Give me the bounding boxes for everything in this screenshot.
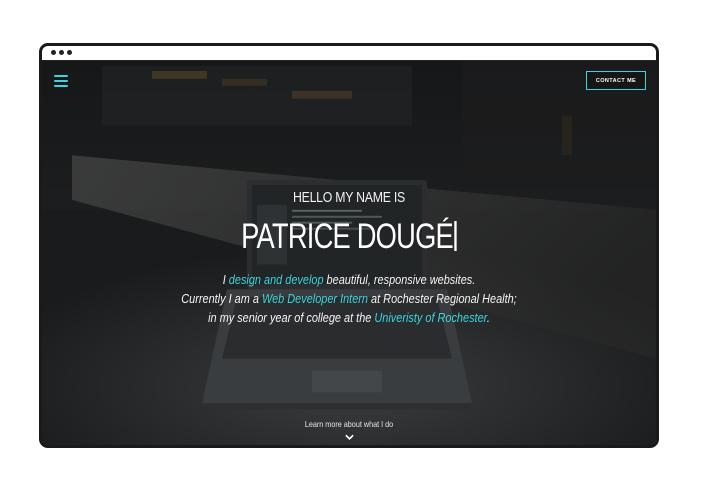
typing-cursor: [454, 221, 457, 251]
bio-text: beautiful, responsive websites.: [323, 272, 476, 287]
hamburger-line: [54, 80, 68, 82]
bio-line-1: I design and develop beautiful, responsi…: [91, 270, 607, 289]
design-develop-link[interactable]: design and develop: [229, 272, 324, 287]
contact-me-button[interactable]: CONTACT ME: [586, 71, 646, 90]
hero-name-heading: PATRICE DOUGÉ: [110, 217, 589, 257]
hero-greeting: HELLO MY NAME IS: [292, 189, 406, 206]
window-dots: [51, 50, 72, 55]
hero-bio: I design and develop beautiful, responsi…: [91, 270, 607, 327]
window-dot: [59, 50, 64, 55]
window-dot: [51, 50, 56, 55]
web-developer-intern-link[interactable]: Web Developer Intern: [262, 291, 368, 306]
learn-more-link[interactable]: Learn more about what I do: [88, 419, 610, 429]
bio-line-2: Currently I am a Web Developer Intern at…: [91, 289, 607, 308]
hero-name-text: PATRICE DOUGÉ: [241, 217, 454, 256]
window-dot: [67, 50, 72, 55]
bio-text: Currently I am a: [181, 291, 262, 306]
hamburger-line: [54, 75, 68, 77]
chevron-down-icon[interactable]: [345, 434, 354, 441]
browser-title-bar: [42, 46, 656, 61]
bio-line-3: in my senior year of college at the Univ…: [91, 308, 607, 327]
bio-text: in my senior year of college at the: [208, 310, 375, 325]
hamburger-line: [54, 85, 68, 87]
hero-section: CONTACT ME HELLO MY NAME IS PATRICE DOUG…: [42, 61, 656, 445]
bio-text: at Rochester Regional Health;: [368, 291, 517, 306]
browser-mockup-frame: CONTACT ME HELLO MY NAME IS PATRICE DOUG…: [39, 43, 659, 448]
university-link[interactable]: Univeristy of Rochester: [374, 310, 486, 325]
bio-text: .: [486, 310, 490, 325]
menu-hamburger-icon[interactable]: [54, 75, 68, 87]
